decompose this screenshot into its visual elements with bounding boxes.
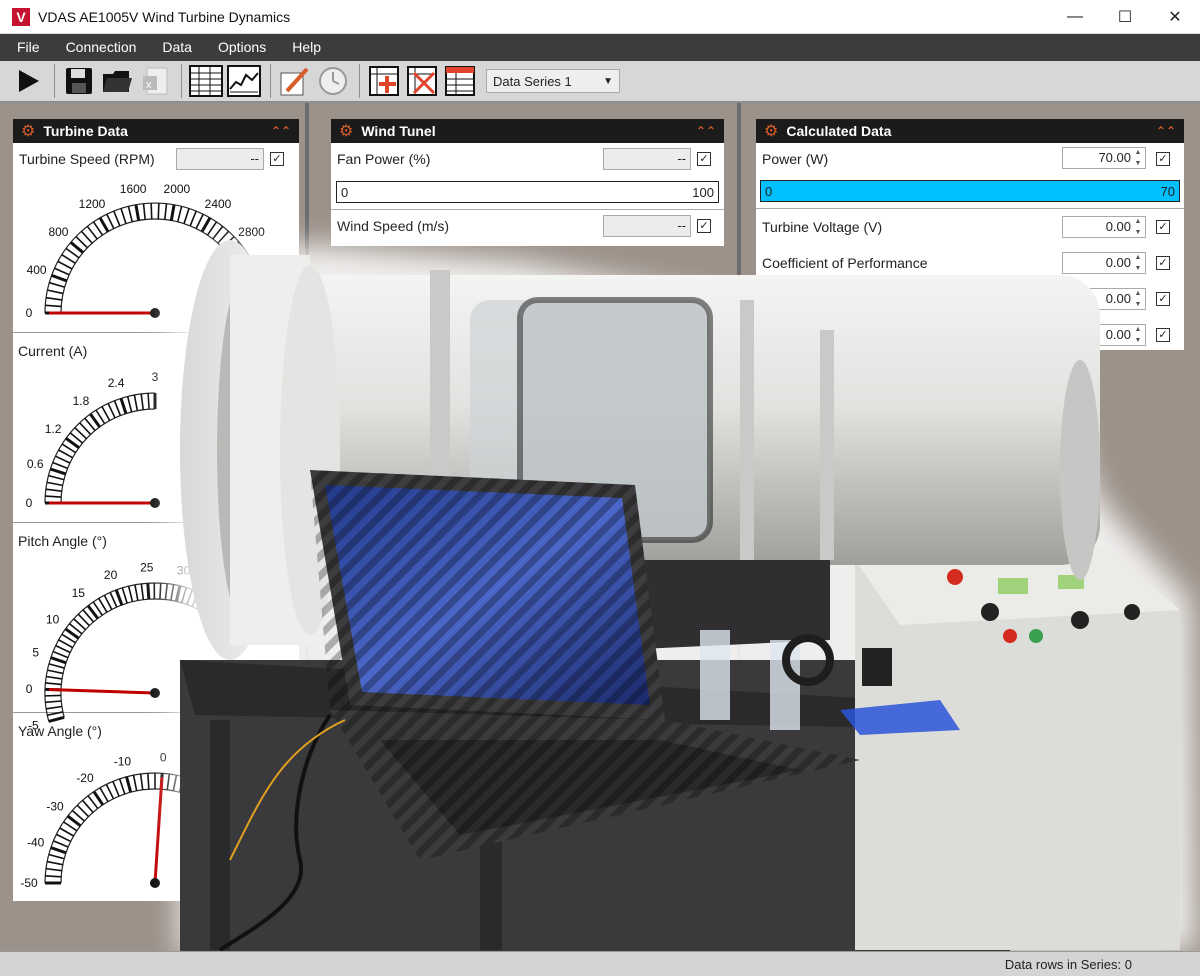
- relative-wind-angle-spinner[interactable]: ▲ ▼: [1132, 324, 1144, 346]
- collapse-icon[interactable]: ⌃⌃: [696, 124, 716, 138]
- relative-wind-angle-label: Relative Wind Angle: [762, 327, 888, 343]
- data-series-select[interactable]: Data Series 1 ▼: [486, 69, 620, 93]
- current-label: Current (A): [18, 343, 88, 359]
- title-bar: V VDAS AE1005V Wind Turbine Dynamics — ☐…: [0, 0, 1200, 34]
- wind-speed-row: Wind Speed (m/s) -- ✓: [331, 209, 724, 241]
- wind-tunnel-title: Wind Tunel: [361, 123, 436, 139]
- maximize-button[interactable]: ☐: [1100, 0, 1150, 34]
- toolbar: x Data Series 1 ▼: [0, 61, 1200, 103]
- window-title: VDAS AE1005V Wind Turbine Dynamics: [38, 8, 291, 25]
- relative-wind-angle-row: Relative Wind Angle 0.00 ▲ ▼ ✓: [756, 317, 1184, 353]
- pitch-angle-label: Pitch Angle (°): [18, 533, 107, 549]
- current-gauge-block: Current (A): [13, 332, 299, 522]
- coefficient-of-performance-checkbox[interactable]: ✓: [1156, 256, 1170, 270]
- turbine-data-title: Turbine Data: [43, 123, 128, 139]
- toolbar-divider: [54, 64, 55, 98]
- turbine-data-header: ⚙ Turbine Data ⌃⌃: [13, 119, 299, 143]
- status-bar: Data rows in Series: 0: [0, 951, 1200, 976]
- gear-icon[interactable]: ⚙: [21, 121, 35, 141]
- tip-speed-ratio-spinner[interactable]: ▲ ▼: [1132, 288, 1144, 310]
- menu-bar: File Connection Data Options Help: [0, 34, 1200, 61]
- collapse-icon[interactable]: ⌃⌃: [1156, 124, 1176, 138]
- coefficient-of-performance-row: Coefficient of Performance 0.00 ▲ ▼ ✓: [756, 245, 1184, 281]
- power-label: Power (W): [762, 151, 829, 167]
- minimize-button[interactable]: —: [1050, 0, 1100, 34]
- vertical-splitter[interactable]: [737, 103, 741, 951]
- turbine-speed-label: Turbine Speed (RPM): [19, 151, 155, 167]
- yaw-angle-gauge-block: Yaw Angle (°): [13, 712, 299, 901]
- vertical-splitter[interactable]: [305, 103, 309, 951]
- tip-speed-ratio-checkbox[interactable]: ✓: [1156, 292, 1170, 306]
- fan-power-bar-max: 100: [692, 184, 714, 200]
- edit-icon[interactable]: [277, 63, 313, 99]
- toolbar-divider: [181, 64, 182, 98]
- series-table-icon[interactable]: [442, 63, 478, 99]
- menu-connection[interactable]: Connection: [57, 34, 146, 61]
- calculated-data-panel: ⚙ Calculated Data ⌃⌃ Power (W) 70.00 ▲ ▼ …: [756, 119, 1184, 350]
- fan-power-bar-min: 0: [341, 184, 349, 200]
- svg-text:x: x: [146, 79, 152, 91]
- data-series-select-value: Data Series 1: [493, 73, 572, 89]
- turbine-voltage-checkbox[interactable]: ✓: [1156, 220, 1170, 234]
- clock-icon[interactable]: [315, 63, 351, 99]
- delete-series-icon[interactable]: [404, 63, 440, 99]
- power-row: Power (W) 70.00 ▲ ▼ ✓: [756, 143, 1184, 175]
- coefficient-of-performance-label: Coefficient of Performance: [762, 255, 928, 271]
- fan-power-slider[interactable]: 0 100: [336, 181, 719, 203]
- gear-icon[interactable]: ⚙: [339, 121, 353, 141]
- tip-speed-ratio-label: Tip Speed Ratio: [762, 291, 862, 307]
- calculated-data-title: Calculated Data: [786, 123, 892, 139]
- toolbar-divider: [359, 64, 360, 98]
- open-folder-icon[interactable]: [99, 63, 135, 99]
- wind-speed-value: --: [603, 215, 691, 237]
- fan-power-checkbox[interactable]: ✓: [697, 152, 711, 166]
- relative-wind-angle-checkbox[interactable]: ✓: [1156, 328, 1170, 342]
- excel-export-icon[interactable]: x: [137, 63, 173, 99]
- turbine-voltage-row: Turbine Voltage (V) 0.00 ▲ ▼ ✓: [756, 209, 1184, 245]
- chevron-down-icon: ▼: [603, 75, 613, 87]
- power-bar-max: 70: [1160, 183, 1175, 199]
- add-series-icon[interactable]: [366, 63, 402, 99]
- app-logo-icon: V: [12, 7, 30, 26]
- table-view-icon[interactable]: [188, 63, 224, 99]
- turbine-speed-checkbox[interactable]: ✓: [270, 152, 284, 166]
- turbine-voltage-label: Turbine Voltage (V): [762, 219, 883, 235]
- fan-power-label: Fan Power (%): [337, 151, 431, 167]
- calculated-data-header: ⚙ Calculated Data ⌃⌃: [756, 119, 1184, 143]
- power-spinner[interactable]: ▲ ▼: [1132, 147, 1144, 169]
- menu-help[interactable]: Help: [283, 34, 330, 61]
- wind-tunnel-panel: ⚙ Wind Tunel ⌃⌃ Fan Power (%) -- ✓ 0 100…: [331, 119, 724, 246]
- tip-speed-ratio-row: Tip Speed Ratio 0.00 ▲ ▼ ✓: [756, 281, 1184, 317]
- turbine-speed-row: Turbine Speed (RPM) -- ✓: [13, 143, 299, 175]
- toolbar-divider: [270, 64, 271, 98]
- turbine-speed-value: --: [176, 148, 264, 170]
- collapse-icon[interactable]: ⌃⌃: [271, 124, 291, 138]
- power-bar-min: 0: [765, 183, 773, 199]
- close-button[interactable]: ✕: [1150, 0, 1200, 34]
- data-rows-count: Data rows in Series: 0: [1004, 957, 1132, 972]
- chart-view-icon[interactable]: [226, 63, 262, 99]
- wind-tunnel-header: ⚙ Wind Tunel ⌃⌃: [331, 119, 724, 143]
- gear-icon[interactable]: ⚙: [764, 121, 778, 141]
- menu-file[interactable]: File: [8, 34, 49, 61]
- power-checkbox[interactable]: ✓: [1156, 152, 1170, 166]
- pitch-angle-gauge-block: Pitch Angle (°): [13, 522, 299, 712]
- power-bar: 0 70: [760, 180, 1180, 202]
- menu-data[interactable]: Data: [153, 34, 201, 61]
- turbine-voltage-spinner[interactable]: ▲ ▼: [1132, 216, 1144, 238]
- play-icon[interactable]: [10, 63, 46, 99]
- wind-speed-label: Wind Speed (m/s): [337, 217, 450, 234]
- fan-power-row: Fan Power (%) -- ✓: [331, 143, 724, 175]
- fan-power-value: --: [603, 148, 691, 170]
- menu-options[interactable]: Options: [209, 34, 275, 61]
- save-icon[interactable]: [61, 63, 97, 99]
- yaw-angle-label: Yaw Angle (°): [18, 723, 102, 739]
- wind-speed-checkbox[interactable]: ✓: [697, 219, 711, 233]
- coefficient-of-performance-spinner[interactable]: ▲ ▼: [1132, 252, 1144, 274]
